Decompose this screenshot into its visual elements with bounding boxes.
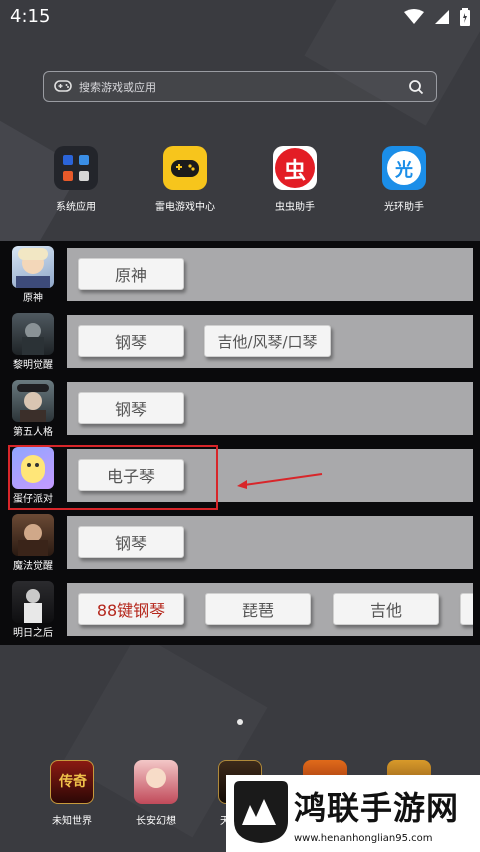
changan-icon: [134, 760, 178, 804]
instrument-button[interactable]: 原神: [78, 258, 184, 290]
game-row-lifeafter: 明日之后 88键钢琴 琵琶 吉他: [0, 576, 480, 639]
instrument-bar: 钢琴: [67, 382, 473, 435]
instrument-button[interactable]: 钢琴: [78, 526, 184, 558]
instrument-button[interactable]: 钢琴: [78, 325, 184, 357]
instrument-button[interactable]: 钢琴: [78, 392, 184, 424]
signal-icon: [435, 10, 449, 24]
guanghuan-icon: 光: [382, 146, 426, 190]
instrument-bar: 钢琴: [67, 516, 473, 569]
status-time: 4:15: [10, 6, 51, 27]
game-name: 明日之后: [13, 628, 53, 639]
lifeafter-icon[interactable]: [12, 581, 54, 623]
magic-awakening-icon[interactable]: [12, 514, 54, 556]
arrow-icon: [237, 473, 323, 489]
search-input[interactable]: 搜索游戏或应用: [79, 79, 156, 95]
app-label: 长安幻想: [136, 816, 176, 827]
instrument-button-overflow[interactable]: [460, 593, 473, 625]
app-label: 系统应用: [56, 202, 96, 213]
watermark-logo-icon: [234, 781, 288, 843]
app-ldgame-center[interactable]: 雷电游戏中心: [140, 146, 230, 213]
highlight-box: [8, 445, 218, 510]
dock-app-changan[interactable]: 长安幻想: [111, 760, 201, 827]
instrument-button[interactable]: 88键钢琴: [78, 593, 184, 625]
instrument-bar: 原神: [67, 248, 473, 301]
legend-game-icon: 传奇: [50, 760, 94, 804]
app-label: 光环助手: [384, 202, 424, 213]
app-row: 系统应用 雷电游戏中心 虫 虫虫助手 光 光环助手: [0, 146, 480, 216]
game-row-genshin: 原神 原神: [0, 241, 480, 304]
app-label: 虫虫助手: [275, 202, 315, 213]
game-name: 原神: [23, 293, 43, 304]
wifi-icon: [404, 9, 424, 24]
app-system[interactable]: 系统应用: [31, 146, 121, 213]
app-label: 未知世界: [52, 816, 92, 827]
identity-v-icon[interactable]: [12, 380, 54, 422]
instrument-button[interactable]: 琵琶: [205, 593, 311, 625]
dock-app-unknown-world[interactable]: 传奇 未知世界: [27, 760, 117, 827]
watermark-url: www.henanhonglian95.com: [294, 833, 433, 844]
folder-grid-icon: [54, 146, 98, 190]
liming-icon[interactable]: [12, 313, 54, 355]
icon-text: 传奇: [59, 774, 87, 790]
gamepad-icon: [54, 80, 72, 92]
app-guanghuan[interactable]: 光 光环助手: [359, 146, 449, 213]
genshin-icon[interactable]: [12, 246, 54, 288]
watermark-title: 鸿联手游网: [294, 789, 460, 827]
search-icon[interactable]: [408, 79, 424, 95]
instrument-button[interactable]: 吉他: [333, 593, 439, 625]
game-name: 第五人格: [13, 427, 53, 438]
watermark: 鸿联手游网 www.henanhonglian95.com: [226, 775, 480, 852]
game-row-identity-v: 第五人格 钢琴: [0, 375, 480, 438]
game-name: 魔法觉醒: [13, 561, 53, 572]
app-chongchong[interactable]: 虫 虫虫助手: [250, 146, 340, 213]
game-row-liming: 黎明觉醒 钢琴 吉他/风琴/口琴: [0, 308, 480, 371]
instrument-bar: 88键钢琴 琵琶 吉他: [67, 583, 473, 636]
status-bar: 4:15: [0, 0, 480, 34]
page-indicator: [237, 719, 243, 725]
game-name: 黎明觉醒: [13, 360, 53, 371]
app-label: 雷电游戏中心: [155, 202, 215, 213]
instrument-button[interactable]: 吉他/风琴/口琴: [204, 325, 331, 357]
game-row-magic-awakening: 魔法觉醒 钢琴: [0, 509, 480, 572]
game-instrument-panel: 原神 原神 黎明觉醒 钢琴 吉他/风琴/口琴 第五人格 钢琴 蛋仔派对 电子琴 …: [0, 241, 480, 645]
battery-icon: [460, 8, 470, 26]
chongchong-icon: 虫: [273, 146, 317, 190]
search-bar[interactable]: 搜索游戏或应用: [43, 71, 437, 102]
gamepad-icon: [163, 146, 207, 190]
instrument-bar: 钢琴 吉他/风琴/口琴: [67, 315, 473, 368]
